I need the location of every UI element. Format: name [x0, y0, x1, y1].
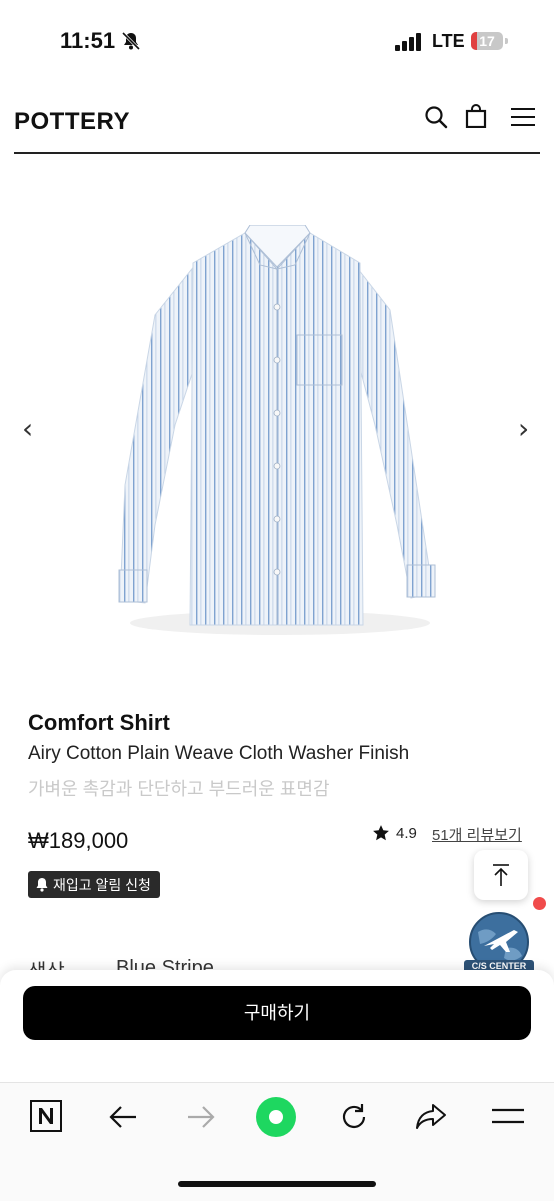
product-subtitle: Airy Cotton Plain Weave Cloth Washer Fin… — [28, 743, 410, 764]
cs-center-button[interactable]: C/S CENTER — [464, 912, 534, 974]
reviews-link[interactable]: 51개 리뷰보기 — [432, 824, 522, 845]
header-divider — [14, 152, 540, 154]
gallery-prev-button[interactable]: ‹ — [22, 412, 33, 445]
battery-icon: 17 — [471, 32, 503, 50]
menu-icon-browser[interactable] — [492, 1106, 524, 1126]
refresh-icon[interactable] — [338, 1101, 370, 1133]
home-indicator — [178, 1181, 376, 1187]
forward-icon[interactable] — [186, 1104, 216, 1130]
battery-level: 17 — [479, 33, 495, 49]
menu-icon[interactable] — [511, 107, 535, 127]
network-label: LTE — [432, 31, 465, 51]
bell-icon — [36, 878, 48, 892]
arrow-up-icon — [493, 864, 509, 886]
home-green-icon[interactable] — [255, 1096, 297, 1138]
brand-logo[interactable]: POTTERY — [14, 108, 130, 136]
restock-alert-button[interactable]: 재입고 알림 신청 — [28, 871, 160, 898]
gallery-next-button[interactable]: › — [518, 412, 529, 445]
scroll-top-button[interactable] — [474, 850, 528, 900]
product-price: ₩189,000 — [28, 828, 129, 853]
product-image[interactable] — [115, 225, 439, 645]
status-time: 11:51 — [60, 28, 116, 53]
restock-label: 재입고 알림 신청 — [53, 876, 151, 893]
search-icon[interactable] — [424, 105, 448, 129]
notification-dot — [533, 897, 546, 910]
shopping-bag-icon[interactable] — [465, 104, 487, 128]
naver-n-icon[interactable] — [30, 1100, 62, 1132]
back-icon[interactable] — [108, 1104, 138, 1130]
rating-value: 4.9 — [396, 824, 417, 842]
share-icon[interactable] — [415, 1102, 447, 1130]
bell-muted-icon — [121, 31, 141, 51]
signal-icon — [395, 33, 421, 51]
product-name: Comfort Shirt — [28, 710, 170, 735]
product-description: 가벼운 촉감과 단단하고 부드러운 표면감 — [28, 779, 330, 799]
star-icon — [373, 825, 389, 841]
rating: 4.9 — [372, 824, 417, 842]
battery-tip — [505, 38, 508, 44]
buy-button[interactable]: 구매하기 — [23, 986, 531, 1040]
